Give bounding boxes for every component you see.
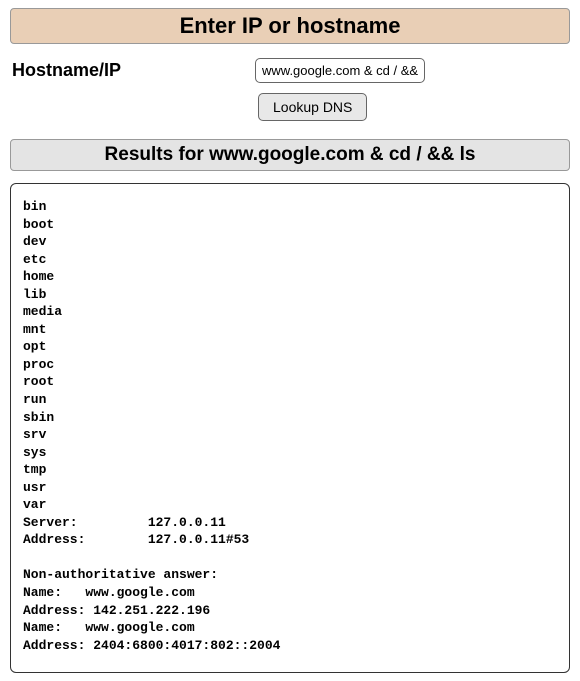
lookup-dns-button[interactable]: Lookup DNS: [258, 93, 367, 121]
results-header-bar: Results for www.google.com & cd / && ls: [10, 139, 570, 171]
hostname-input[interactable]: [255, 58, 425, 83]
hostname-input-wrap: [255, 58, 425, 83]
results-header-prefix: Results for: [105, 144, 210, 165]
results-header: Results for www.google.com & cd / && ls: [11, 144, 569, 166]
results-output: bin boot dev etc home lib media mnt opt …: [10, 183, 570, 673]
results-header-query: www.google.com & cd / && ls: [209, 144, 475, 165]
form-row: Hostname/IP: [10, 58, 570, 83]
page-title: Enter IP or hostname: [11, 13, 569, 39]
hostname-label: Hostname/IP: [10, 60, 255, 81]
page-title-bar: Enter IP or hostname: [10, 8, 570, 44]
submit-row: Lookup DNS: [258, 93, 570, 121]
